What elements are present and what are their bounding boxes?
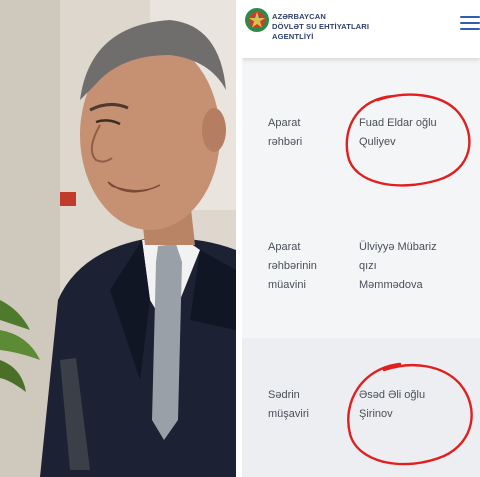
agency-name[interactable]: AZƏRBAYCAN DÖVLƏT SU EHTİYATLARI AGENTLİ… xyxy=(272,12,369,42)
agency-name-line-3: AGENTLİYİ xyxy=(272,32,314,41)
staff-row-chairman-advisor: Sədrin müşaviri Əsəd Əli oğlu Şirinov xyxy=(242,338,480,477)
portrait-illustration xyxy=(0,0,236,477)
composite-image: AZƏRBAYCAN DÖVLƏT SU EHTİYATLARI AGENTLİ… xyxy=(0,0,480,477)
position-label: Sədrin müşaviri xyxy=(268,389,309,420)
agency-name-line-1: AZƏRBAYCAN xyxy=(272,12,326,21)
agency-website: AZƏRBAYCAN DÖVLƏT SU EHTİYATLARI AGENTLİ… xyxy=(242,0,480,477)
person-name: Əsəd Əli oğlu Şirinov xyxy=(359,389,426,420)
agency-name-line-2: DÖVLƏT SU EHTİYATLARI xyxy=(272,22,370,31)
person-name: Ülviyyə Mübariz qızı Məmmədova xyxy=(359,241,437,291)
position-label: Aparat rəhbərinin müavini xyxy=(268,241,317,291)
person-name: Fuad Eldar oğlu Quliyev xyxy=(359,117,437,148)
site-header: AZƏRBAYCAN DÖVLƏT SU EHTİYATLARI AGENTLİ… xyxy=(242,0,480,58)
portrait-photo xyxy=(0,0,236,477)
staff-row-deputy-chief: Aparat rəhbərinin müavini Ülviyyə Mübari… xyxy=(242,224,480,338)
hamburger-menu-icon[interactable] xyxy=(460,16,480,36)
fire-alarm xyxy=(60,192,76,206)
staff-row-chief-of-staff: Aparat rəhbəri Fuad Eldar oğlu Quliyev xyxy=(242,76,480,224)
azerbaijan-emblem-icon xyxy=(245,8,269,32)
position-label: Aparat rəhbəri xyxy=(268,117,303,148)
